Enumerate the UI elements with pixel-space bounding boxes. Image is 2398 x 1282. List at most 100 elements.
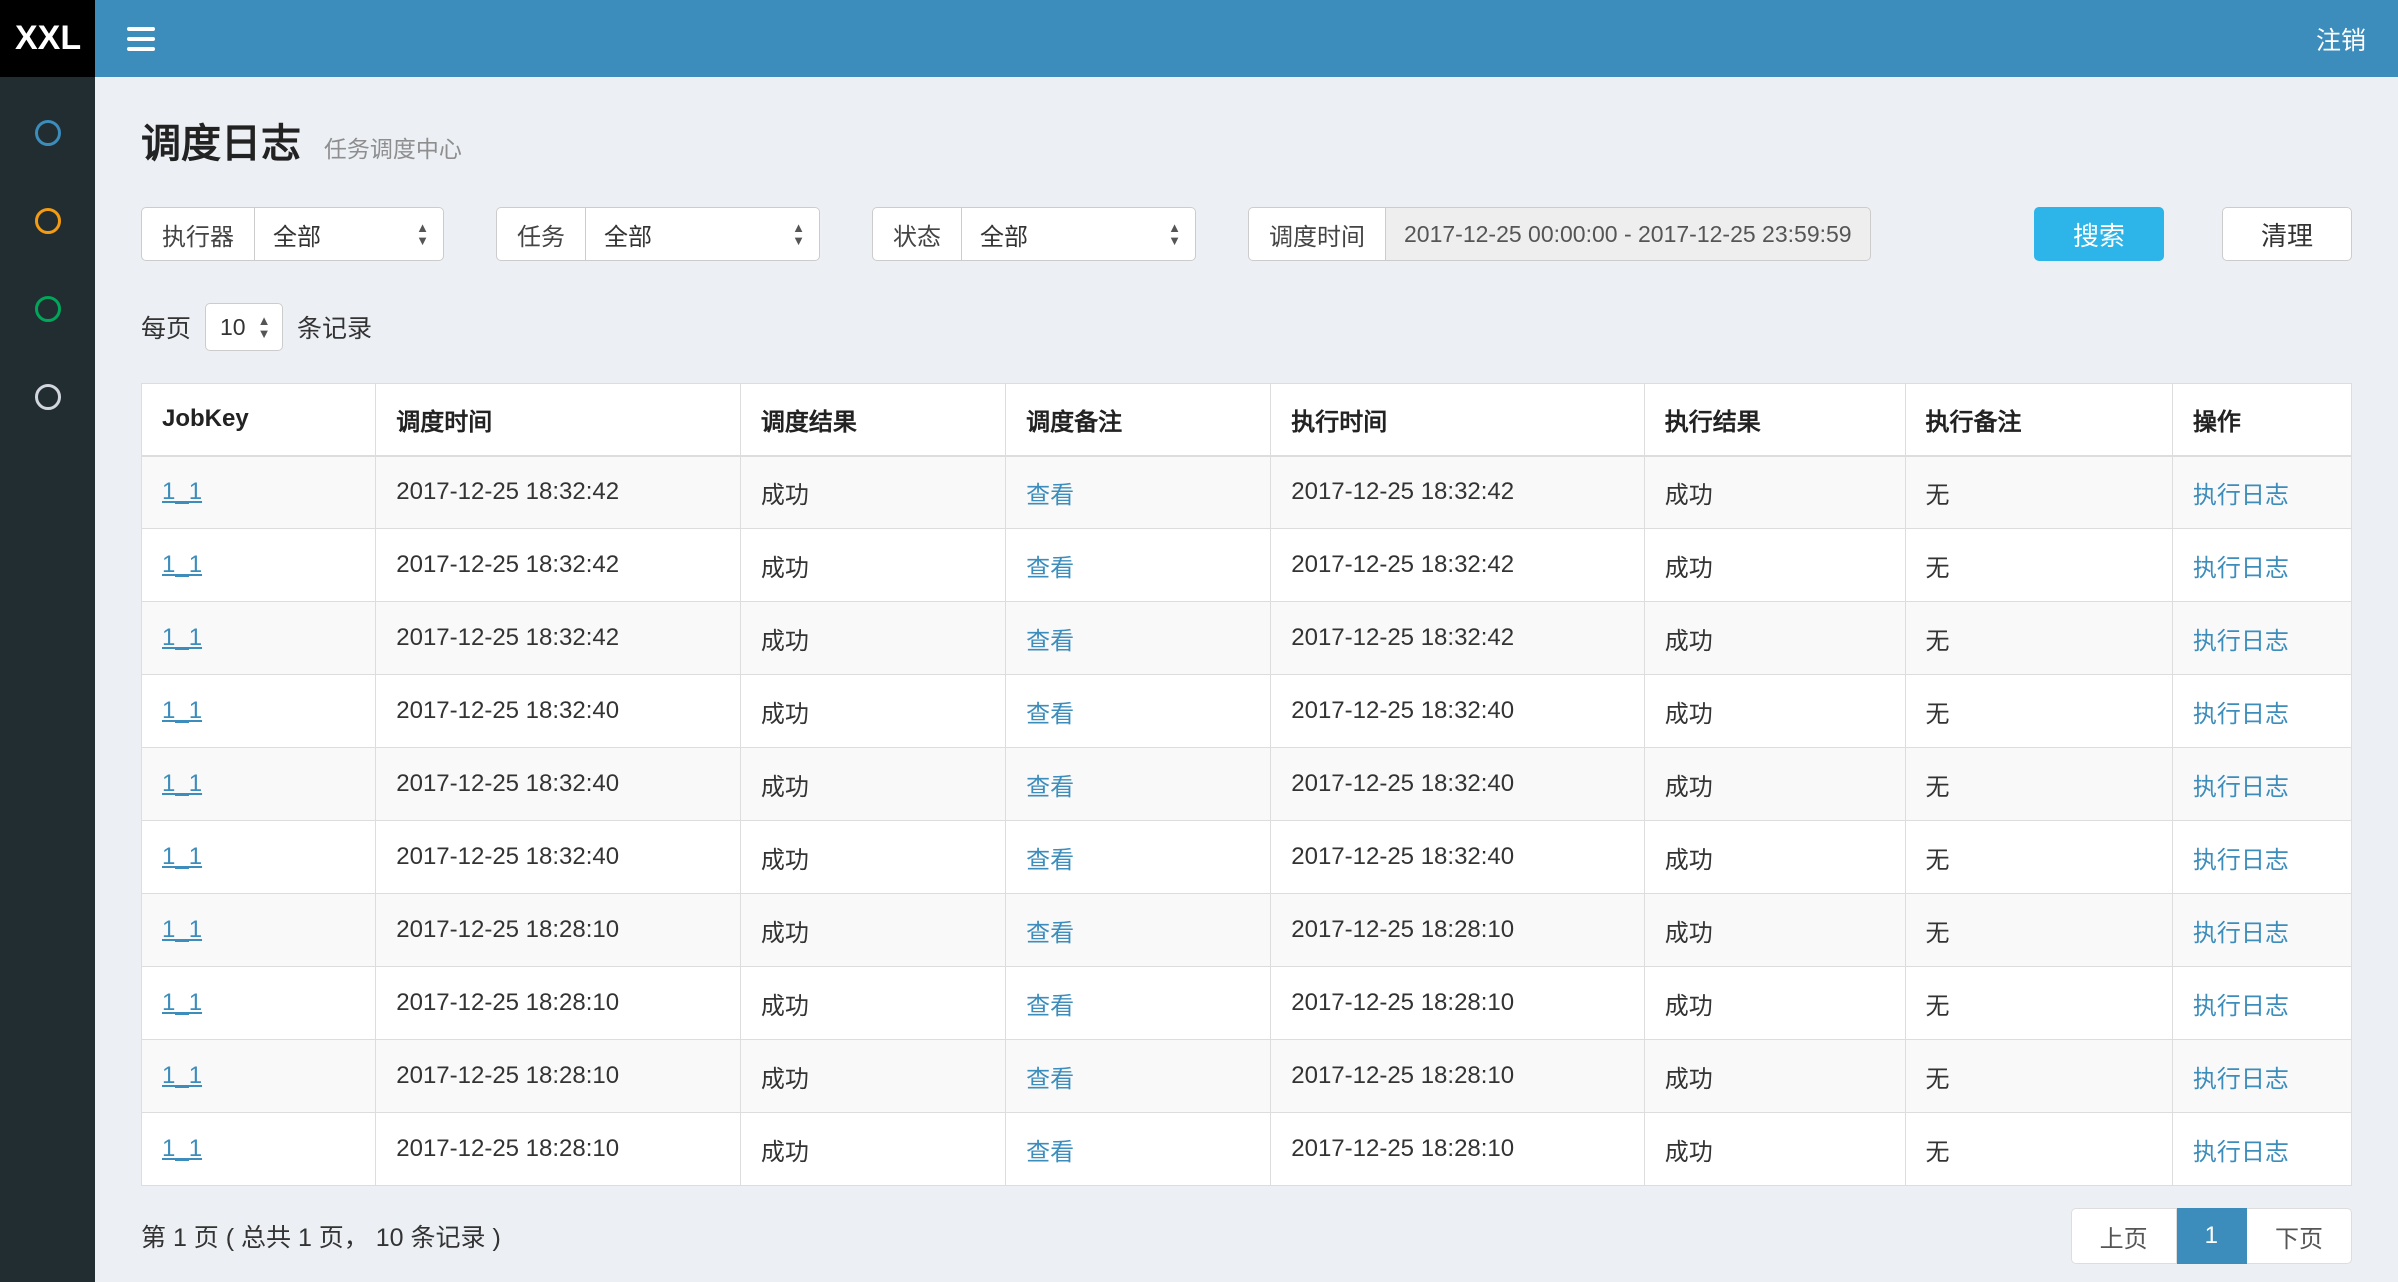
sidebar-toggle-icon[interactable] — [127, 27, 155, 51]
trigger-result-cell: 成功 — [740, 1113, 1005, 1186]
trigger-remark-link[interactable]: 查看 — [1026, 920, 1074, 947]
trigger-time-cell: 2017-12-25 18:28:10 — [376, 1113, 741, 1186]
handle-result-cell: 成功 — [1644, 675, 1905, 748]
column-header-handle-remark: 执行备注 — [1905, 384, 2172, 456]
sidebar-item-2[interactable] — [0, 177, 95, 265]
exec-log-link[interactable]: 执行日志 — [2193, 1139, 2289, 1166]
exec-log-link[interactable]: 执行日志 — [2193, 701, 2289, 728]
exec-log-link[interactable]: 执行日志 — [2193, 628, 2289, 655]
jobkey-link[interactable]: 1_1 — [162, 624, 202, 651]
circle-icon — [35, 384, 61, 410]
handle-time-cell: 2017-12-25 18:28:10 — [1271, 1040, 1644, 1113]
page-subtitle: 任务调度中心 — [324, 136, 462, 162]
handle-time-cell: 2017-12-25 18:32:42 — [1271, 529, 1644, 602]
handle-time-cell: 2017-12-25 18:32:40 — [1271, 821, 1644, 894]
sidebar-item-1[interactable] — [0, 89, 95, 177]
column-header-handle-result: 执行结果 — [1644, 384, 1905, 456]
pagination: 上页 1 下页 — [2071, 1208, 2352, 1264]
table-row: 1_1 2017-12-25 18:32:42 成功 查看 2017-12-25… — [142, 529, 2352, 602]
search-button[interactable]: 搜索 — [2034, 207, 2164, 261]
handle-remark-cell: 无 — [1905, 675, 2172, 748]
job-filter-label: 任务 — [496, 207, 585, 261]
jobkey-link[interactable]: 1_1 — [162, 551, 202, 578]
trigger-remark-link[interactable]: 查看 — [1026, 701, 1074, 728]
trigger-remark-link[interactable]: 查看 — [1026, 993, 1074, 1020]
pagination-summary: 第 1 页 ( 总共 1 页， 10 条记录 ) — [141, 1218, 501, 1254]
main-content: 调度日志 任务调度中心 执行器 全部 ▲▼ 任务 全部 ▲▼ 状态 — [95, 77, 2398, 1282]
jobkey-link[interactable]: 1_1 — [162, 989, 202, 1016]
handle-result-cell: 成功 — [1644, 529, 1905, 602]
page-size-suffix: 条记录 — [297, 309, 372, 345]
handle-remark-cell: 无 — [1905, 602, 2172, 675]
jobkey-link[interactable]: 1_1 — [162, 843, 202, 870]
job-select-value: 全部 — [604, 217, 652, 252]
status-filter-label: 状态 — [872, 207, 961, 261]
executor-select[interactable]: 全部 ▲▼ — [254, 207, 444, 261]
top-navbar: XXL 注销 — [0, 0, 2398, 77]
handle-remark-cell: 无 — [1905, 1113, 2172, 1186]
app-logo[interactable]: XXL — [0, 0, 95, 77]
select-arrows-icon: ▲▼ — [1168, 221, 1181, 247]
trigger-remark-link[interactable]: 查看 — [1026, 482, 1074, 509]
exec-log-link[interactable]: 执行日志 — [2193, 993, 2289, 1020]
circle-icon — [35, 208, 61, 234]
time-range-input[interactable]: 2017-12-25 00:00:00 - 2017-12-25 23:59:5… — [1385, 207, 1871, 261]
next-page-button[interactable]: 下页 — [2247, 1208, 2352, 1264]
handle-time-cell: 2017-12-25 18:28:10 — [1271, 1113, 1644, 1186]
trigger-remark-link[interactable]: 查看 — [1026, 847, 1074, 874]
page-1-button[interactable]: 1 — [2177, 1208, 2247, 1264]
exec-log-link[interactable]: 执行日志 — [2193, 1066, 2289, 1093]
jobkey-link[interactable]: 1_1 — [162, 478, 202, 505]
trigger-time-cell: 2017-12-25 18:32:40 — [376, 675, 741, 748]
handle-remark-cell: 无 — [1905, 1040, 2172, 1113]
handle-result-cell: 成功 — [1644, 967, 1905, 1040]
sidebar-item-4[interactable] — [0, 353, 95, 441]
handle-result-cell: 成功 — [1644, 1040, 1905, 1113]
sidebar — [0, 77, 95, 1282]
circle-icon — [35, 296, 61, 322]
status-filter-group: 状态 全部 ▲▼ — [872, 207, 1196, 261]
exec-log-link[interactable]: 执行日志 — [2193, 555, 2289, 582]
status-select-value: 全部 — [980, 217, 1028, 252]
trigger-remark-link[interactable]: 查看 — [1026, 628, 1074, 655]
trigger-result-cell: 成功 — [740, 456, 1005, 529]
select-arrows-icon: ▲▼ — [258, 314, 271, 340]
job-filter-group: 任务 全部 ▲▼ — [496, 207, 820, 261]
trigger-remark-link[interactable]: 查看 — [1026, 1139, 1074, 1166]
column-header-action: 操作 — [2172, 384, 2351, 456]
jobkey-link[interactable]: 1_1 — [162, 1062, 202, 1089]
exec-log-link[interactable]: 执行日志 — [2193, 847, 2289, 874]
trigger-result-cell: 成功 — [740, 529, 1005, 602]
jobkey-link[interactable]: 1_1 — [162, 916, 202, 943]
job-select[interactable]: 全部 ▲▼ — [585, 207, 820, 261]
exec-log-link[interactable]: 执行日志 — [2193, 774, 2289, 801]
clear-button[interactable]: 清理 — [2222, 207, 2352, 261]
table-row: 1_1 2017-12-25 18:28:10 成功 查看 2017-12-25… — [142, 967, 2352, 1040]
trigger-remark-link[interactable]: 查看 — [1026, 555, 1074, 582]
trigger-result-cell: 成功 — [740, 967, 1005, 1040]
exec-log-link[interactable]: 执行日志 — [2193, 920, 2289, 947]
circle-icon — [35, 120, 61, 146]
table-row: 1_1 2017-12-25 18:28:10 成功 查看 2017-12-25… — [142, 894, 2352, 967]
trigger-time-cell: 2017-12-25 18:32:40 — [376, 748, 741, 821]
column-header-trigger-time: 调度时间 — [376, 384, 741, 456]
trigger-remark-link[interactable]: 查看 — [1026, 774, 1074, 801]
sidebar-item-3[interactable] — [0, 265, 95, 353]
logout-link[interactable]: 注销 — [2316, 21, 2366, 57]
handle-time-cell: 2017-12-25 18:32:42 — [1271, 456, 1644, 529]
table-row: 1_1 2017-12-25 18:32:40 成功 查看 2017-12-25… — [142, 821, 2352, 894]
status-select[interactable]: 全部 ▲▼ — [961, 207, 1196, 261]
table-row: 1_1 2017-12-25 18:32:42 成功 查看 2017-12-25… — [142, 602, 2352, 675]
prev-page-button[interactable]: 上页 — [2071, 1208, 2177, 1264]
exec-log-link[interactable]: 执行日志 — [2193, 482, 2289, 509]
log-table: JobKey 调度时间 调度结果 调度备注 执行时间 执行结果 执行备注 操作 … — [141, 383, 2352, 1186]
page-size-select[interactable]: 10 ▲▼ — [205, 303, 283, 351]
trigger-result-cell: 成功 — [740, 894, 1005, 967]
trigger-remark-link[interactable]: 查看 — [1026, 1066, 1074, 1093]
handle-remark-cell: 无 — [1905, 748, 2172, 821]
handle-time-cell: 2017-12-25 18:32:40 — [1271, 675, 1644, 748]
jobkey-link[interactable]: 1_1 — [162, 697, 202, 724]
jobkey-link[interactable]: 1_1 — [162, 1135, 202, 1162]
jobkey-link[interactable]: 1_1 — [162, 770, 202, 797]
table-header-row: JobKey 调度时间 调度结果 调度备注 执行时间 执行结果 执行备注 操作 — [142, 384, 2352, 456]
